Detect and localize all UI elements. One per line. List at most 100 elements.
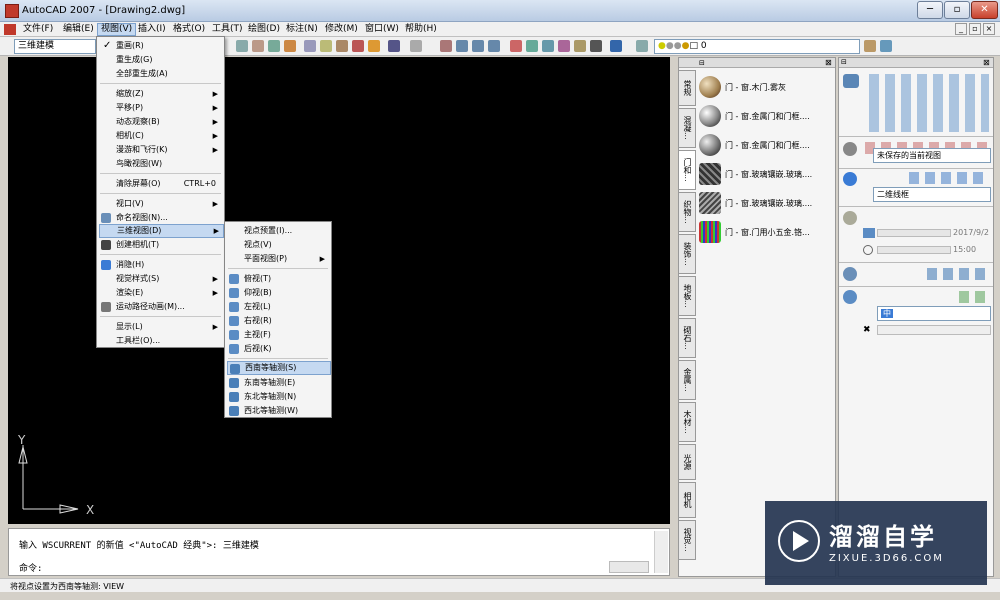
maximize-button[interactable]: ▫ — [944, 1, 970, 19]
3d-make-icon[interactable] — [843, 74, 859, 88]
palette-tab-10[interactable]: 相机 — [679, 482, 696, 518]
menu-edit[interactable]: 编辑(E) — [60, 23, 97, 36]
zoom-realtime-icon[interactable] — [456, 40, 468, 52]
menu-ne-isometric[interactable]: 东北等轴测(N) — [227, 390, 329, 404]
render-quality-combo[interactable]: 中 — [877, 306, 991, 321]
calculator-icon[interactable] — [590, 40, 602, 52]
menu-sw-isometric[interactable]: 西南等轴测(S) — [227, 361, 331, 375]
menu-help[interactable]: 帮助(H) — [402, 23, 440, 36]
palette-tab-6[interactable]: 砌石... — [679, 318, 696, 358]
palette-tab-1[interactable]: 混凝... — [679, 108, 696, 148]
palette-minimize-icon[interactable]: ⊟ — [699, 59, 705, 67]
menu-draw[interactable]: 绘图(D) — [245, 23, 283, 36]
layer-manager-icon[interactable] — [636, 40, 648, 52]
design-center-icon[interactable] — [526, 40, 538, 52]
render-tools[interactable] — [959, 291, 989, 303]
palette-tab-9[interactable]: 光源 — [679, 444, 696, 480]
menu-viewports[interactable]: 视口(V) ▶ — [99, 197, 222, 211]
menu-regen[interactable]: 重生成(G) — [99, 53, 222, 67]
menu-named-views[interactable]: 命名视图(N)... — [99, 211, 222, 225]
render-close-icon[interactable]: ✖ — [863, 325, 871, 335]
menu-visual-styles[interactable]: 视觉样式(S) ▶ — [99, 272, 222, 286]
pan-icon[interactable] — [440, 40, 452, 52]
brush-icon[interactable] — [352, 40, 364, 52]
material-item[interactable]: 门 - 窗.金属门和门框.... — [697, 132, 835, 158]
menu-display[interactable]: 显示(L) ▶ — [99, 320, 222, 334]
close-button[interactable]: ✕ — [971, 1, 998, 19]
3d-navigate-icon[interactable] — [843, 142, 857, 156]
publish-icon[interactable] — [268, 40, 280, 52]
redo-icon[interactable] — [410, 40, 422, 52]
menu-aerial-view[interactable]: 鸟瞰视图(W) — [99, 157, 222, 171]
material-item[interactable]: 门 - 窗.玻璃镶嵌.玻璃.... — [697, 161, 835, 187]
cut-icon[interactable] — [284, 40, 296, 52]
tool-palettes-icon[interactable] — [542, 40, 554, 52]
sheet-set-icon[interactable] — [558, 40, 570, 52]
palette-tab-8[interactable]: 木材... — [679, 402, 696, 442]
material-item[interactable]: 门 - 窗.木门.雾灰 — [697, 74, 835, 100]
doc-minimize-button[interactable]: _ — [955, 23, 967, 35]
visual-style-tools[interactable] — [909, 172, 989, 184]
palette-close-icon[interactable]: ⊠ — [825, 58, 832, 67]
menu-left-view[interactable]: 左视(L) — [227, 300, 329, 314]
render-icon[interactable] — [843, 290, 857, 304]
workspace-combo[interactable]: 三维建模 — [14, 39, 96, 54]
preview-icon[interactable] — [252, 40, 264, 52]
material-item[interactable]: 门 - 窗.门用小五金.铬... — [697, 219, 835, 245]
menu-pan[interactable]: 平移(P) ▶ — [99, 101, 222, 115]
time-slider[interactable] — [877, 246, 951, 254]
dashboard-minimize-icon[interactable]: ⊟ — [841, 58, 847, 66]
palette-tab-0[interactable]: 常规 — [679, 70, 696, 106]
menu-bottom-view[interactable]: 仰视(B) — [227, 286, 329, 300]
command-h-scrollbar[interactable] — [609, 561, 649, 573]
zoom-previous-icon[interactable] — [488, 40, 500, 52]
menu-nw-isometric[interactable]: 西北等轴测(W) — [227, 404, 329, 418]
menu-file[interactable]: 文件(F) — [20, 23, 56, 36]
menu-dimension[interactable]: 标注(N) — [283, 23, 321, 36]
paste-icon[interactable] — [320, 40, 332, 52]
palette-tab-4[interactable]: 装饰... — [679, 234, 696, 274]
menu-create-camera[interactable]: 创建相机(T) — [99, 238, 222, 252]
menu-insert[interactable]: 插入(I) — [135, 23, 169, 36]
menu-modify[interactable]: 修改(M) — [322, 23, 361, 36]
materials-icon[interactable] — [843, 267, 857, 281]
minimize-button[interactable]: ─ — [917, 1, 943, 19]
menu-right-view[interactable]: 右视(R) — [227, 314, 329, 328]
dashboard-close-icon[interactable]: ⊠ — [983, 58, 990, 67]
menu-hide[interactable]: 消隐(H) — [99, 258, 222, 272]
3d-make-tools[interactable] — [869, 74, 989, 132]
view-combo[interactable]: 未保存的当前视图 — [873, 148, 991, 163]
palette-tab-2[interactable]: 门和... — [679, 150, 696, 190]
menu-motion-path[interactable]: 运动路径动画(M)... — [99, 300, 222, 314]
copy-icon[interactable] — [304, 40, 316, 52]
zoom-window-icon[interactable] — [472, 40, 484, 52]
lights-icon[interactable] — [843, 211, 857, 225]
match-icon[interactable] — [336, 40, 348, 52]
palette-tab-7[interactable]: 金属... — [679, 360, 696, 400]
material-item[interactable]: 门 - 窗.金属门和门框.... — [697, 103, 835, 129]
help-icon[interactable] — [610, 40, 622, 52]
menu-viewpoint[interactable]: 视点(V) — [227, 238, 329, 252]
layer-make-current-icon[interactable] — [880, 40, 892, 52]
properties-icon[interactable] — [510, 40, 522, 52]
menu-camera[interactable]: 相机(C) ▶ — [99, 129, 222, 143]
undo-icon[interactable] — [388, 40, 400, 52]
autocad-app-icon[interactable] — [5, 4, 19, 18]
markup-icon[interactable] — [574, 40, 586, 52]
menu-clean-screen[interactable]: 清除屏幕(O) CTRL+0 — [99, 177, 222, 191]
menu-tools[interactable]: 工具(T) — [209, 23, 246, 36]
menu-render[interactable]: 渲染(E) ▶ — [99, 286, 222, 300]
menu-back-view[interactable]: 后视(K) — [227, 342, 329, 356]
command-window[interactable]: 输入 WSCURRENT 的新值 <"AutoCAD 经典">: 三维建模 命令… — [8, 528, 670, 576]
menu-format[interactable]: 格式(O) — [170, 23, 208, 36]
doc-restore-button[interactable]: ▫ — [969, 23, 981, 35]
menu-walk-fly[interactable]: 漫游和飞行(K) ▶ — [99, 143, 222, 157]
command-prompt[interactable]: 命令: — [19, 561, 42, 574]
palette-tab-11[interactable]: 视觉... — [679, 520, 696, 560]
menu-plan-view[interactable]: 平面视图(P) ▶ — [227, 252, 329, 266]
menu-se-isometric[interactable]: 东南等轴测(E) — [227, 376, 329, 390]
menu-view[interactable]: 视图(V) — [97, 23, 137, 36]
menu-window[interactable]: 窗口(W) — [362, 23, 402, 36]
menu-redraw[interactable]: ✓ 重画(R) — [99, 39, 222, 53]
doc-close-button[interactable]: × — [983, 23, 995, 35]
